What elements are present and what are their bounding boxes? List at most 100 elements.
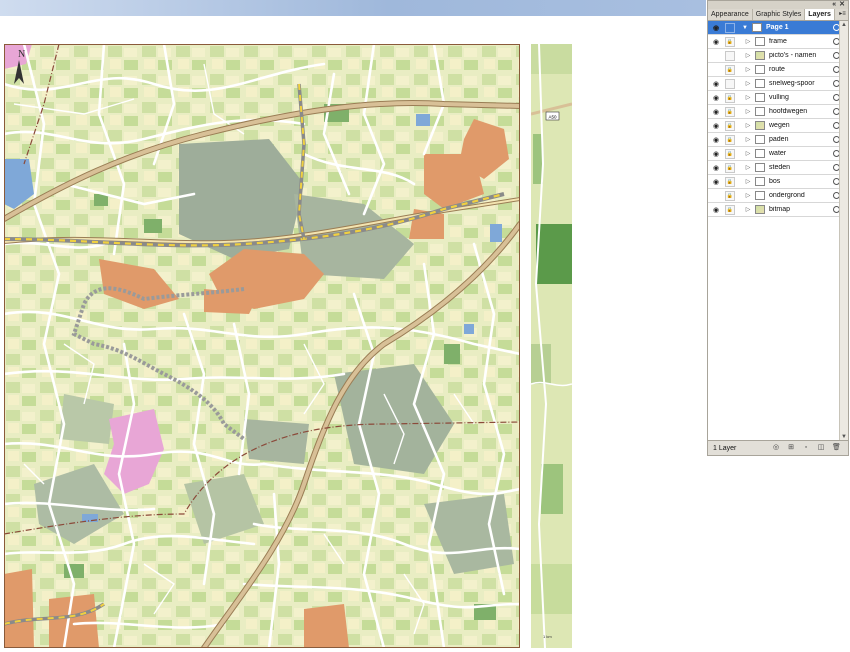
lock-icon[interactable]: 🔒: [725, 190, 735, 201]
expand-triangle-icon[interactable]: ▷: [744, 178, 752, 185]
layer-name[interactable]: route: [769, 66, 833, 73]
layer-thumbnail: [755, 121, 765, 130]
layer-row[interactable]: ◉ 🔒 ▷ frame: [708, 35, 848, 49]
adjacent-map-artwork: A50 1 km: [531, 44, 572, 648]
make-clipping-mask-icon[interactable]: ◎: [772, 444, 780, 452]
create-layer-icon[interactable]: ▫: [802, 444, 810, 452]
layer-row[interactable]: ◉ 🔒 ▷ wegen: [708, 119, 848, 133]
layer-thumbnail: [755, 65, 765, 74]
visibility-eye-icon[interactable]: ◉: [711, 65, 721, 75]
visibility-eye-icon[interactable]: ◉: [711, 149, 721, 159]
lock-toggle[interactable]: [725, 22, 735, 33]
layer-name[interactable]: bitmap: [769, 206, 833, 213]
lock-icon[interactable]: 🔒: [725, 106, 735, 117]
layer-row[interactable]: ◉ 🔒 ▷ bitmap: [708, 203, 848, 217]
layer-row[interactable]: ◉ 🔒 ▷ paden: [708, 133, 848, 147]
layer-name[interactable]: Page 1: [766, 24, 833, 31]
visibility-eye-icon[interactable]: ◉: [711, 205, 721, 215]
lock-icon[interactable]: 🔒: [725, 120, 735, 131]
scroll-up-icon[interactable]: ▲: [840, 21, 848, 29]
expand-triangle-icon[interactable]: ▷: [744, 122, 752, 129]
application-top-band: [0, 0, 706, 16]
layer-thumbnail: [755, 79, 765, 88]
visibility-eye-icon[interactable]: ◉: [711, 79, 721, 89]
collapse-icon[interactable]: «: [832, 1, 836, 9]
expand-triangle-icon[interactable]: ▷: [744, 136, 752, 143]
lock-icon[interactable]: 🔒: [725, 162, 735, 173]
panel-menu-icon[interactable]: ▸≡: [839, 11, 846, 18]
expand-triangle-icon[interactable]: ▷: [744, 192, 752, 199]
layer-name[interactable]: ondergrond: [769, 192, 833, 199]
layer-thumbnail: [752, 23, 762, 32]
layer-thumbnail: [755, 149, 765, 158]
layer-row[interactable]: ◉ 🔒 ▷ water: [708, 147, 848, 161]
layer-name[interactable]: bos: [769, 178, 833, 185]
expand-triangle-icon[interactable]: ▷: [744, 206, 752, 213]
visibility-eye-icon[interactable]: ◉: [711, 51, 721, 61]
layer-row[interactable]: ◉ 🔒 ▷ steden: [708, 161, 848, 175]
tab-appearance[interactable]: Appearance: [708, 9, 753, 20]
layer-row[interactable]: ◉ 🔒 ▷ vulling: [708, 91, 848, 105]
visibility-eye-icon[interactable]: ◉: [711, 23, 721, 33]
layer-thumbnail: [755, 135, 765, 144]
layers-panel: « ✕ Appearance Graphic Styles Layers ▸≡ …: [707, 0, 849, 456]
layer-count: 1 Layer: [713, 444, 737, 452]
visibility-eye-icon[interactable]: ◉: [711, 121, 721, 131]
expand-triangle-icon[interactable]: ▼: [741, 25, 749, 31]
layer-list-scrollbar[interactable]: ▲ ▼: [839, 21, 848, 441]
tab-graphic-styles[interactable]: Graphic Styles: [753, 9, 806, 20]
expand-triangle-icon[interactable]: ▷: [744, 108, 752, 115]
layer-name[interactable]: picto's - namen: [769, 52, 833, 59]
layer-row[interactable]: ◉ 🔒 ▷ route: [708, 63, 848, 77]
scale-label: 1 km: [543, 634, 552, 639]
visibility-eye-icon[interactable]: ◉: [711, 93, 721, 103]
expand-triangle-icon[interactable]: ▷: [744, 66, 752, 73]
layer-name[interactable]: wegen: [769, 122, 833, 129]
lock-icon[interactable]: 🔒: [725, 64, 735, 75]
lock-icon[interactable]: 🔒: [725, 134, 735, 145]
layer-thumbnail: [755, 191, 765, 200]
layer-row-page[interactable]: ◉ ▼ Page 1: [708, 21, 848, 35]
expand-triangle-icon[interactable]: ▷: [744, 94, 752, 101]
visibility-eye-icon[interactable]: ◉: [711, 191, 721, 201]
layer-row[interactable]: ◉ 🔒 ▷ bos: [708, 175, 848, 189]
map-artboard[interactable]: N: [4, 44, 520, 648]
expand-triangle-icon[interactable]: ▷: [744, 52, 752, 59]
layer-name[interactable]: hoofdwegen: [769, 108, 833, 115]
expand-triangle-icon[interactable]: ▷: [744, 164, 752, 171]
visibility-eye-icon[interactable]: ◉: [711, 163, 721, 173]
layer-row[interactable]: ◉ 🔒 ▷ hoofdwegen: [708, 105, 848, 119]
expand-triangle-icon[interactable]: ▷: [744, 38, 752, 45]
lock-icon[interactable]: 🔒: [725, 176, 735, 187]
layer-name[interactable]: steden: [769, 164, 833, 171]
layer-thumbnail: [755, 107, 765, 116]
layer-name[interactable]: water: [769, 150, 833, 157]
lock-icon[interactable]: 🔒: [725, 92, 735, 103]
layer-row[interactable]: ◉ 🔒 ▷ ondergrond: [708, 189, 848, 203]
visibility-eye-icon[interactable]: ◉: [711, 107, 721, 117]
lock-icon[interactable]: [725, 78, 735, 89]
delete-layer-icon[interactable]: 🗑: [832, 444, 841, 452]
visibility-eye-icon[interactable]: ◉: [711, 135, 721, 145]
lock-icon[interactable]: 🔒: [725, 36, 735, 47]
layer-row[interactable]: ◉ ▷ picto's - namen: [708, 49, 848, 63]
layer-name[interactable]: frame: [769, 38, 833, 45]
lock-icon[interactable]: 🔒: [725, 204, 735, 215]
layer-name[interactable]: snelweg-spoor: [769, 80, 833, 87]
panel-titlebar[interactable]: « ✕: [708, 1, 848, 9]
tab-layers[interactable]: Layers: [805, 9, 835, 20]
layer-name[interactable]: paden: [769, 136, 833, 143]
lock-icon[interactable]: 🔒: [725, 148, 735, 159]
expand-triangle-icon[interactable]: ▷: [744, 150, 752, 157]
layer-name[interactable]: vulling: [769, 94, 833, 101]
layer-row[interactable]: ◉ ▷ snelweg-spoor: [708, 77, 848, 91]
layer-list: ◉ ▼ Page 1 ◉ 🔒 ▷ frame ◉ ▷ picto's - namen ◉ 🔒 ▷ r…: [708, 21, 848, 441]
visibility-eye-icon[interactable]: ◉: [711, 37, 721, 47]
expand-triangle-icon[interactable]: ▷: [744, 80, 752, 87]
visibility-eye-icon[interactable]: ◉: [711, 177, 721, 187]
close-icon[interactable]: ✕: [839, 1, 845, 9]
new-layer-icon[interactable]: ◫: [817, 444, 825, 452]
create-sublayer-icon[interactable]: ⊞: [787, 444, 795, 452]
lock-icon[interactable]: [725, 50, 735, 61]
layer-thumbnail: [755, 163, 765, 172]
